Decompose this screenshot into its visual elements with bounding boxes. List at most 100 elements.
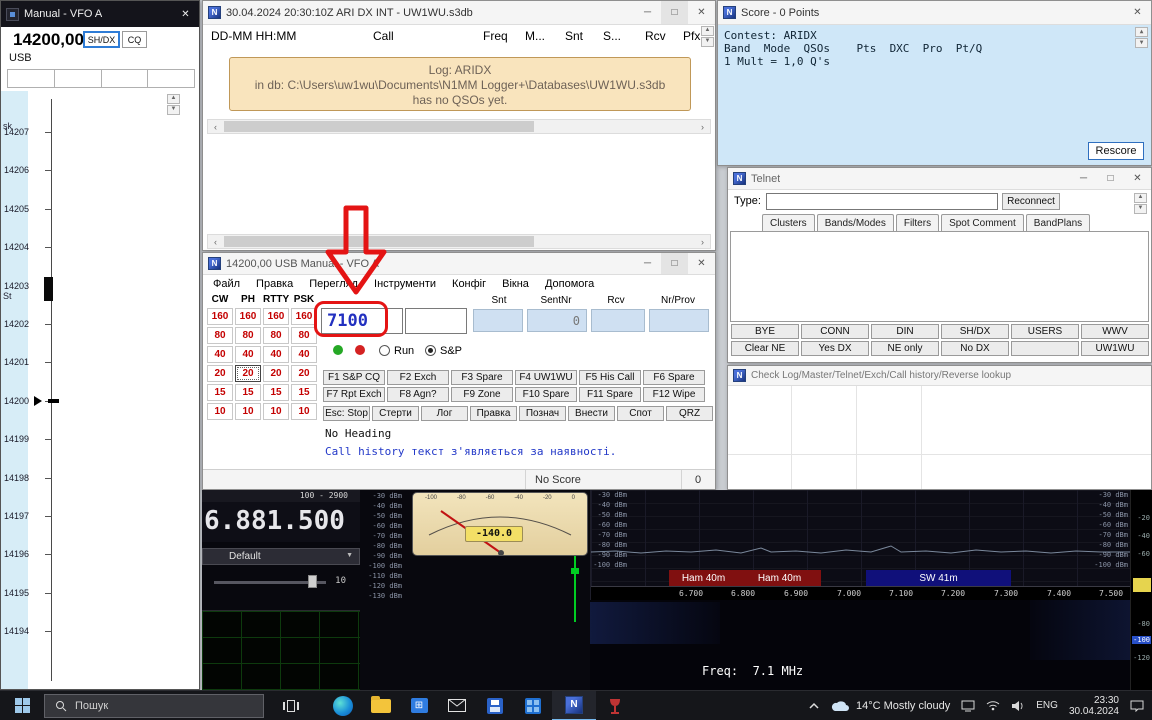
spectrum-display[interactable]: -30 dBm-40 dBm-50 dBm-60 dBm-70 dBm-80 d… xyxy=(590,490,1130,600)
run-radio-label[interactable]: Run xyxy=(394,345,414,357)
vfo-memory-cell[interactable] xyxy=(102,69,149,88)
snt-field[interactable] xyxy=(473,309,523,332)
hidden-icons-chevron-icon[interactable] xyxy=(809,702,819,710)
check-title-bar[interactable]: N Check Log/Master/Telnet/Exch/Call hist… xyxy=(728,366,1151,386)
wifi-icon[interactable] xyxy=(986,700,1000,711)
shdx-button[interactable]: SH/DX xyxy=(83,31,120,48)
search-box[interactable]: Пошук xyxy=(44,694,264,718)
nrprov-field[interactable] xyxy=(649,309,709,332)
log-column[interactable]: M... xyxy=(525,29,545,43)
wipe-button[interactable]: Стерти xyxy=(372,406,419,421)
taskbar-item-explorer[interactable] xyxy=(362,691,400,720)
band-button[interactable]: 15 xyxy=(263,384,289,401)
slider-thumb[interactable] xyxy=(308,575,317,588)
log-scrollbar-top[interactable]: ‹ › xyxy=(207,119,711,134)
band-button[interactable]: 40 xyxy=(263,346,289,363)
f3-button[interactable]: F3 Spare xyxy=(451,370,513,385)
start-button[interactable] xyxy=(0,691,44,720)
close-icon[interactable]: ✕ xyxy=(1124,168,1151,189)
tab-bands-modes[interactable]: Bands/Modes xyxy=(817,214,894,231)
taskbar-item-mail[interactable] xyxy=(438,691,476,720)
close-icon[interactable]: ✕ xyxy=(172,1,199,27)
sdr-frequency-display[interactable]: 6.881.500 xyxy=(202,502,360,542)
band-button[interactable]: 10 xyxy=(263,403,289,420)
waterfall-colour-scale[interactable]: -20 -40 -60 -80 -100 -120 xyxy=(1130,490,1152,690)
edit-button[interactable]: Правка xyxy=(470,406,517,421)
cq-button[interactable]: CQ xyxy=(122,31,147,48)
menu-edit[interactable]: Правка xyxy=(256,278,293,290)
din-button[interactable]: DIN xyxy=(871,324,939,339)
band-button[interactable]: 40 xyxy=(291,346,317,363)
maximize-icon[interactable]: □ xyxy=(661,253,688,274)
log-title-bar[interactable]: N 30.04.2024 20:30:10Z ARI DX INT - UW1W… xyxy=(203,1,715,25)
log-column[interactable]: Freq xyxy=(483,29,508,43)
menu-help[interactable]: Допомога xyxy=(545,278,594,290)
band-button[interactable]: 10 xyxy=(291,403,317,420)
tuning-line-handle[interactable] xyxy=(571,568,579,574)
f11-button[interactable]: F11 Spare xyxy=(579,387,641,402)
tab-filters[interactable]: Filters xyxy=(896,214,939,231)
taskbar-item-store[interactable]: ⊞ xyxy=(400,691,438,720)
wwv-button[interactable]: WWV xyxy=(1081,324,1149,339)
band-button[interactable]: 160 xyxy=(235,308,261,325)
log-column[interactable]: Rcv xyxy=(645,29,666,43)
minimize-icon[interactable]: ─ xyxy=(634,1,661,24)
band-button[interactable]: 80 xyxy=(291,327,317,344)
score-title-bar[interactable]: N Score - 0 Points ✕ xyxy=(718,1,1151,25)
scroll-right-icon[interactable]: › xyxy=(695,237,710,247)
band-button[interactable]: 20 xyxy=(207,365,233,382)
scale-handle-lower[interactable]: -100 xyxy=(1132,636,1151,644)
mark-button[interactable]: Познач xyxy=(519,406,566,421)
band-button[interactable]: 15 xyxy=(291,384,317,401)
store-button[interactable]: Внести xyxy=(568,406,615,421)
rescore-button[interactable]: Rescore xyxy=(1088,142,1144,160)
band-button[interactable]: 20 xyxy=(291,365,317,382)
yes-dx-button[interactable]: Yes DX xyxy=(801,341,869,356)
run-radio[interactable] xyxy=(379,345,390,356)
log-scrollbar-bottom[interactable]: ‹ › xyxy=(207,234,711,249)
clear-ne-button[interactable]: Clear NE xyxy=(731,341,799,356)
minimize-icon[interactable]: ─ xyxy=(1070,168,1097,189)
band-button[interactable]: 10 xyxy=(207,403,233,420)
menu-view[interactable]: Перегляд xyxy=(309,278,358,290)
scrollbar-thumb[interactable] xyxy=(224,236,534,247)
taskbar-item-wine[interactable] xyxy=(596,691,634,720)
close-icon[interactable]: ✕ xyxy=(688,253,715,274)
callsign-input[interactable]: 7100 xyxy=(321,308,403,334)
band-button[interactable]: 40 xyxy=(235,346,261,363)
conn-button[interactable]: CONN xyxy=(801,324,869,339)
log-column[interactable]: S... xyxy=(603,29,621,43)
sentnr-field[interactable]: 0 xyxy=(527,309,587,332)
telnet-output[interactable] xyxy=(730,231,1149,322)
scrollbar-thumb[interactable] xyxy=(224,121,534,132)
menu-file[interactable]: Файл xyxy=(213,278,240,290)
scale-handle-upper[interactable] xyxy=(1133,578,1151,592)
scroll-right-icon[interactable]: › xyxy=(695,122,710,132)
tab-spot-comment[interactable]: Spot Comment xyxy=(941,214,1024,231)
taskbar-item-edge[interactable] xyxy=(324,691,362,720)
rcv-field[interactable] xyxy=(591,309,645,332)
log-column[interactable]: Snt xyxy=(565,29,583,43)
sp-radio[interactable] xyxy=(425,345,436,356)
menu-window[interactable]: Вікна xyxy=(502,278,529,290)
speaker-icon[interactable] xyxy=(1011,700,1025,712)
log-column[interactable]: DD-MM HH:MM xyxy=(211,29,296,43)
taskbar-item-blue-app[interactable] xyxy=(514,691,552,720)
minimize-icon[interactable]: ─ xyxy=(634,253,661,274)
menu-tools[interactable]: Інструменти xyxy=(374,278,436,290)
tab-clusters[interactable]: Clusters xyxy=(762,214,815,231)
score-font-spinner[interactable]: ▲▼ xyxy=(1135,27,1148,48)
log-button[interactable]: Лог xyxy=(421,406,468,421)
task-view-button[interactable] xyxy=(272,691,310,720)
telnet-font-spinner[interactable]: ▲▼ xyxy=(1134,193,1147,214)
log-font-spinner[interactable]: ▲▼ xyxy=(701,26,714,47)
f4-button[interactable]: F4 UW1WU xyxy=(515,370,577,385)
exchange-input[interactable] xyxy=(405,308,467,334)
bandmap-spinner[interactable]: ▲▼ xyxy=(167,94,180,115)
close-icon[interactable]: ✕ xyxy=(1124,1,1151,24)
log-column[interactable]: Pfx xyxy=(683,29,700,43)
sp-radio-label[interactable]: S&P xyxy=(440,345,462,357)
band-button[interactable]: 15 xyxy=(235,384,261,401)
band-button-selected[interactable]: 20 xyxy=(235,365,261,382)
taskbar-item-save-app[interactable] xyxy=(476,691,514,720)
